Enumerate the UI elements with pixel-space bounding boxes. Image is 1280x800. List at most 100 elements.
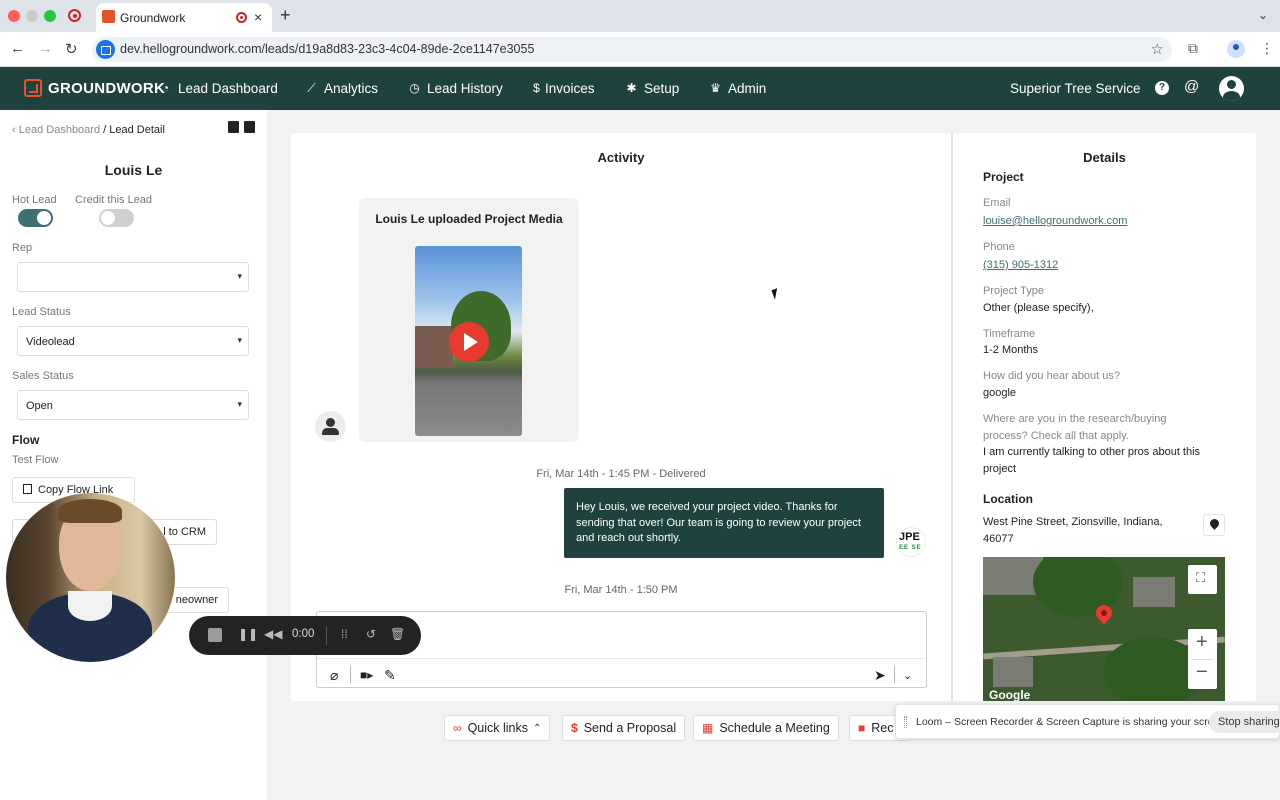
recording-tab-icon[interactable] xyxy=(68,9,81,22)
nav-setup[interactable]: ✱ Setup xyxy=(625,81,679,96)
video-camera-icon[interactable]: ■▸ xyxy=(360,668,373,682)
flow-name: Test Flow xyxy=(12,454,59,466)
controls-separator xyxy=(326,626,327,645)
breadcrumb-lead-dashboard-link[interactable]: Lead Dashboard xyxy=(19,124,100,136)
back-arrow-icon[interactable]: ← xyxy=(10,40,25,57)
restart-icon[interactable]: ↺ xyxy=(366,627,376,641)
trash-icon[interactable] xyxy=(244,121,255,133)
new-tab-icon[interactable]: + xyxy=(280,5,291,26)
url-text: dev.hellogroundwork.com/leads/d19a8d83-2… xyxy=(120,42,535,56)
bookmark-star-icon[interactable]: ☆ xyxy=(1151,40,1164,58)
zoom-out-icon[interactable]: − xyxy=(1196,661,1208,684)
research-stage-value: I am currently talking to other pros abo… xyxy=(983,446,1201,458)
video-frame-building xyxy=(415,326,453,368)
breadcrumb-current: / Lead Detail xyxy=(103,124,165,136)
referral-source-value: google xyxy=(983,387,1017,399)
tab-list-chevron-icon[interactable]: ⌄ xyxy=(1258,8,1268,22)
delete-recording-icon[interactable]: 🗑 xyxy=(390,627,405,641)
site-info-icon[interactable] xyxy=(96,40,115,59)
chevron-down-icon: ▾ xyxy=(237,399,242,409)
drag-grid-icon[interactable]: ⁞⁞ xyxy=(341,627,348,641)
company-avatar-text: JPE xyxy=(899,531,920,543)
chevron-down-icon: ▾ xyxy=(237,335,242,345)
nav-lead-history[interactable]: ◷ Lead History xyxy=(408,81,503,96)
play-icon[interactable] xyxy=(449,322,489,362)
research-stage-label-cont: process? Check all that apply. xyxy=(983,430,1129,442)
sales-status-select[interactable]: Open ▾ xyxy=(17,390,249,420)
send-options-chevron-icon[interactable]: ⌄ xyxy=(903,669,912,682)
composer-separator xyxy=(894,666,895,683)
user-avatar-icon[interactable] xyxy=(1219,76,1244,101)
browser-menu-icon[interactable]: ⋮ xyxy=(1260,40,1274,57)
composer-separator xyxy=(350,666,351,683)
link-icon: ∞ xyxy=(453,721,462,735)
close-tab-icon[interactable]: × xyxy=(254,9,262,25)
mentions-at-icon[interactable]: @ xyxy=(1184,78,1199,95)
rewind-icon[interactable]: ◀◀ xyxy=(264,627,282,641)
loom-webcam-bubble[interactable] xyxy=(6,493,175,662)
webcam-person-collar xyxy=(68,591,112,621)
stop-sharing-button[interactable]: Stop sharing xyxy=(1209,711,1280,733)
forward-arrow-icon[interactable]: → xyxy=(38,40,53,57)
project-video-thumbnail[interactable] xyxy=(415,246,522,436)
location-pin-icon[interactable] xyxy=(1203,514,1225,536)
zoom-in-icon[interactable]: + xyxy=(1196,631,1208,654)
phone-link[interactable]: (315) 905-1312 xyxy=(983,259,1058,271)
sales-status-value: Open xyxy=(26,400,53,412)
url-field[interactable]: dev.hellogroundwork.com/leads/d19a8d83-2… xyxy=(92,37,1172,62)
sidebar-actions xyxy=(223,121,255,136)
groundwork-favicon-icon xyxy=(102,10,115,23)
project-section-title: Project xyxy=(983,170,1024,184)
breadcrumb-back-icon[interactable]: ‹ xyxy=(12,124,16,136)
research-stage-value-cont: project xyxy=(983,463,1017,475)
attach-paperclip-icon[interactable]: ⌀ xyxy=(330,667,338,684)
credit-lead-toggle[interactable] xyxy=(99,209,134,227)
browser-profile-icon[interactable] xyxy=(1227,40,1245,58)
pencil-icon[interactable]: ✎ xyxy=(384,667,396,684)
quick-links-label: Quick links xyxy=(467,721,528,735)
recording-timer: 0:00 xyxy=(292,628,315,640)
rep-label: Rep xyxy=(12,242,33,254)
map-fullscreen-button[interactable]: ⛶ xyxy=(1188,565,1217,594)
send-proposal-button[interactable]: $ Send a Proposal xyxy=(562,715,686,741)
dashboard-icon: ◔ xyxy=(161,81,170,95)
nav-label: Analytics xyxy=(324,81,379,96)
quick-links-button[interactable]: ∞ Quick links ⌃ xyxy=(444,715,551,741)
nav-analytics[interactable]: ⟋ Analytics xyxy=(305,81,378,96)
gear-icon: ✱ xyxy=(626,81,637,95)
send-paper-plane-icon[interactable]: ➤ xyxy=(874,667,886,684)
archive-icon[interactable] xyxy=(228,121,239,133)
extensions-puzzle-icon[interactable]: ⧉ xyxy=(1188,40,1198,57)
stop-recording-button[interactable] xyxy=(208,628,222,642)
nav-invoices[interactable]: $ Invoices xyxy=(532,81,594,96)
groundwork-logo[interactable]: GROUNDWORK xyxy=(24,79,165,97)
nav-admin[interactable]: ♛ Admin xyxy=(709,81,766,96)
nav-lead-dashboard[interactable]: ◔ Lead Dashboard xyxy=(159,81,278,96)
rep-select[interactable]: ▾ xyxy=(17,262,249,292)
drag-handle-icon[interactable] xyxy=(904,716,907,728)
nav-label: Setup xyxy=(644,81,680,96)
company-name[interactable]: Superior Tree Service xyxy=(1010,81,1141,96)
help-icon[interactable]: ? xyxy=(1155,81,1169,95)
send-to-crm-label: l to CRM xyxy=(163,526,206,538)
lead-status-select[interactable]: Videolead ▾ xyxy=(17,326,249,356)
pause-icon[interactable]: ❚❚ xyxy=(238,627,258,641)
hot-lead-toggle[interactable] xyxy=(18,209,53,227)
close-window-button[interactable] xyxy=(8,10,20,22)
schedule-meeting-button[interactable]: ▦ Schedule a Meeting xyxy=(693,715,839,741)
project-type-label: Project Type xyxy=(983,285,1044,297)
email-link[interactable]: louise@hellogroundwork.com xyxy=(983,215,1127,227)
company-avatar-icon: JPE EE SE xyxy=(896,527,926,557)
crown-icon: ♛ xyxy=(710,81,721,95)
phone-label: Phone xyxy=(983,241,1015,253)
location-map[interactable]: ⛶ + − Google xyxy=(983,557,1225,701)
browser-tab-bar: Groundwork × + ⌄ xyxy=(0,0,1280,32)
minimize-window-button[interactable] xyxy=(26,10,38,22)
maximize-window-button[interactable] xyxy=(44,10,56,22)
loom-sharing-message: Loom – Screen Recorder & Screen Capture … xyxy=(916,716,1229,728)
reload-icon[interactable]: ↻ xyxy=(65,40,78,58)
browser-tab[interactable]: Groundwork × xyxy=(96,3,272,32)
hot-lead-label: Hot Lead xyxy=(12,194,57,206)
location-section-title: Location xyxy=(983,492,1033,506)
loom-recording-controls: ❚❚ ◀◀ 0:00 ⁞⁞ ↺ 🗑 xyxy=(189,616,421,655)
